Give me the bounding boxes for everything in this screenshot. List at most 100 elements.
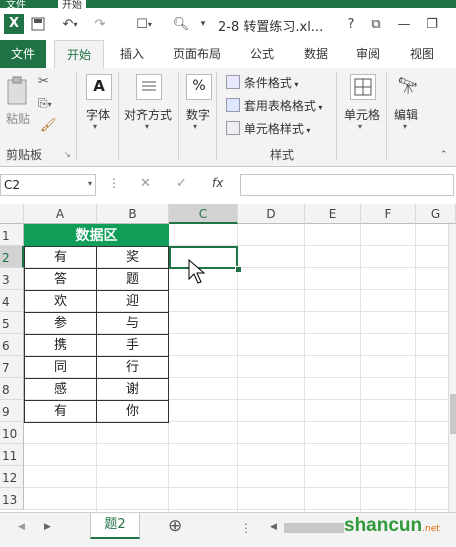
- tab-data[interactable]: 数据: [294, 40, 338, 68]
- editing-dropdown-icon[interactable]: ▾: [403, 122, 407, 131]
- row-header-7[interactable]: 7: [0, 356, 24, 378]
- tab-file[interactable]: 文件: [0, 40, 46, 68]
- cells-dropdown-icon[interactable]: ▾: [358, 122, 362, 131]
- row-header-12[interactable]: 12: [0, 466, 24, 488]
- cells-button[interactable]: 单元格: [340, 106, 384, 123]
- number-dropdown-icon[interactable]: ▾: [193, 122, 197, 131]
- hscroll-left-icon[interactable]: ◀: [270, 522, 277, 532]
- copy-icon[interactable]: ⎘▾: [38, 96, 52, 111]
- paste-button[interactable]: 粘贴: [4, 110, 32, 127]
- print-preview-icon[interactable]: 🔍︎: [172, 14, 190, 34]
- number-button[interactable]: 数字: [184, 106, 212, 123]
- table-cell[interactable]: 你: [96, 400, 169, 423]
- column-header-d[interactable]: D: [238, 204, 305, 224]
- undo-icon[interactable]: ↶ ▾: [56, 14, 84, 34]
- tab-view[interactable]: 视图: [400, 40, 444, 68]
- table-cell[interactable]: 参: [24, 312, 97, 335]
- row-header-2[interactable]: 2: [0, 246, 24, 268]
- tab-page-layout[interactable]: 页面布局: [164, 40, 230, 68]
- scroll-sheets-right-icon[interactable]: ▶: [44, 522, 51, 532]
- row-header-1[interactable]: 1: [0, 224, 24, 246]
- table-cell[interactable]: 感: [24, 378, 97, 401]
- alignment-icon[interactable]: [136, 74, 162, 100]
- table-cell[interactable]: 有: [24, 400, 97, 423]
- find-icon[interactable]: 🔭︎: [396, 74, 420, 98]
- format-painter-icon[interactable]: 🖌︎: [40, 118, 57, 133]
- redo-icon[interactable]: ↷: [92, 14, 108, 34]
- vertical-scrollbar[interactable]: [448, 224, 456, 512]
- conditional-format-button[interactable]: 条件格式 ▾: [226, 74, 298, 91]
- column-header-e[interactable]: E: [305, 204, 361, 224]
- row-header-3[interactable]: 3: [0, 268, 24, 290]
- clipboard-launcher-icon[interactable]: ↘: [64, 150, 71, 159]
- column-header-a[interactable]: A: [24, 204, 97, 224]
- row-header-5[interactable]: 5: [0, 312, 24, 334]
- formula-input[interactable]: [240, 174, 454, 196]
- name-box-dropdown-icon[interactable]: ▾: [88, 179, 92, 188]
- ribbon-divider: [118, 72, 119, 160]
- cancel-icon[interactable]: ✕: [140, 176, 151, 191]
- editing-button[interactable]: 编辑: [392, 106, 420, 123]
- table-cell[interactable]: 同: [24, 356, 97, 379]
- enter-icon[interactable]: ✓: [176, 176, 187, 191]
- top-tab-file-partial[interactable]: 文件: [6, 0, 26, 11]
- column-header-g[interactable]: G: [416, 204, 456, 224]
- vertical-scroll-thumb[interactable]: [450, 394, 456, 434]
- cell-styles-button[interactable]: 单元格样式 ▾: [226, 120, 310, 137]
- table-format-button[interactable]: 套用表格格式 ▾: [226, 97, 322, 114]
- table-cell[interactable]: 谢: [96, 378, 169, 401]
- column-header-c[interactable]: C: [169, 204, 238, 224]
- fill-handle[interactable]: [235, 266, 242, 273]
- horizontal-scroll-thumb[interactable]: [284, 523, 344, 533]
- minimize-icon[interactable]: —: [396, 14, 412, 34]
- row-header-4[interactable]: 4: [0, 290, 24, 312]
- row-header-13[interactable]: 13: [0, 488, 24, 510]
- table-cell[interactable]: 行: [96, 356, 169, 379]
- table-cell[interactable]: 奖: [96, 246, 169, 269]
- number-format-icon[interactable]: %: [186, 74, 212, 100]
- select-all-corner[interactable]: [0, 204, 24, 224]
- table-cell[interactable]: 迎: [96, 290, 169, 313]
- column-header-f[interactable]: F: [361, 204, 416, 224]
- tab-formulas[interactable]: 公式: [240, 40, 284, 68]
- table-cell[interactable]: 答: [24, 268, 97, 291]
- font-button[interactable]: 字体: [84, 106, 112, 123]
- table-cell[interactable]: 题: [96, 268, 169, 291]
- table-cell[interactable]: 有: [24, 246, 97, 269]
- table-cell[interactable]: 携: [24, 334, 97, 357]
- ribbon-options-icon[interactable]: ⧉: [368, 14, 384, 34]
- insert-function-icon[interactable]: fx: [212, 176, 223, 190]
- qat-more-icon[interactable]: ▾: [198, 14, 208, 34]
- row-header-6[interactable]: 6: [0, 334, 24, 356]
- cells-icon[interactable]: [350, 74, 376, 100]
- row-header-11[interactable]: 11: [0, 444, 24, 466]
- row-header-8[interactable]: 8: [0, 378, 24, 400]
- top-tab-home-partial[interactable]: 开始: [58, 0, 86, 11]
- tab-review[interactable]: 审阅: [346, 40, 390, 68]
- table-cell[interactable]: 与: [96, 312, 169, 335]
- table-cell[interactable]: 欢: [24, 290, 97, 313]
- row-header-9[interactable]: 9: [0, 400, 24, 422]
- scroll-sheets-left-icon[interactable]: ◀: [18, 522, 25, 532]
- conditional-format-icon: [226, 75, 240, 89]
- column-header-b[interactable]: B: [97, 204, 169, 224]
- help-button[interactable]: ?: [344, 14, 358, 34]
- font-icon[interactable]: A: [86, 74, 112, 100]
- name-box[interactable]: C2 ▾: [0, 174, 96, 196]
- collapse-ribbon-icon[interactable]: ⌃: [440, 150, 448, 160]
- new-sheet-icon[interactable]: ⊕: [168, 516, 182, 536]
- cut-icon[interactable]: ✂: [38, 74, 49, 89]
- touch-mode-icon[interactable]: ☐ ▾: [130, 14, 158, 34]
- table-cell[interactable]: 手: [96, 334, 169, 357]
- alignment-dropdown-icon[interactable]: ▾: [145, 122, 149, 131]
- alignment-button[interactable]: 对齐方式: [122, 106, 174, 123]
- sheet-tab-active[interactable]: 题2: [90, 513, 140, 539]
- paste-icon[interactable]: [6, 76, 30, 106]
- font-dropdown-icon[interactable]: ▾: [93, 122, 97, 131]
- tab-home[interactable]: 开始: [54, 40, 104, 68]
- data-title-cell[interactable]: 数据区: [24, 224, 169, 246]
- row-header-10[interactable]: 10: [0, 422, 24, 444]
- tab-insert[interactable]: 插入: [110, 40, 154, 68]
- restore-icon[interactable]: ❐: [424, 14, 440, 34]
- save-icon[interactable]: [30, 14, 46, 34]
